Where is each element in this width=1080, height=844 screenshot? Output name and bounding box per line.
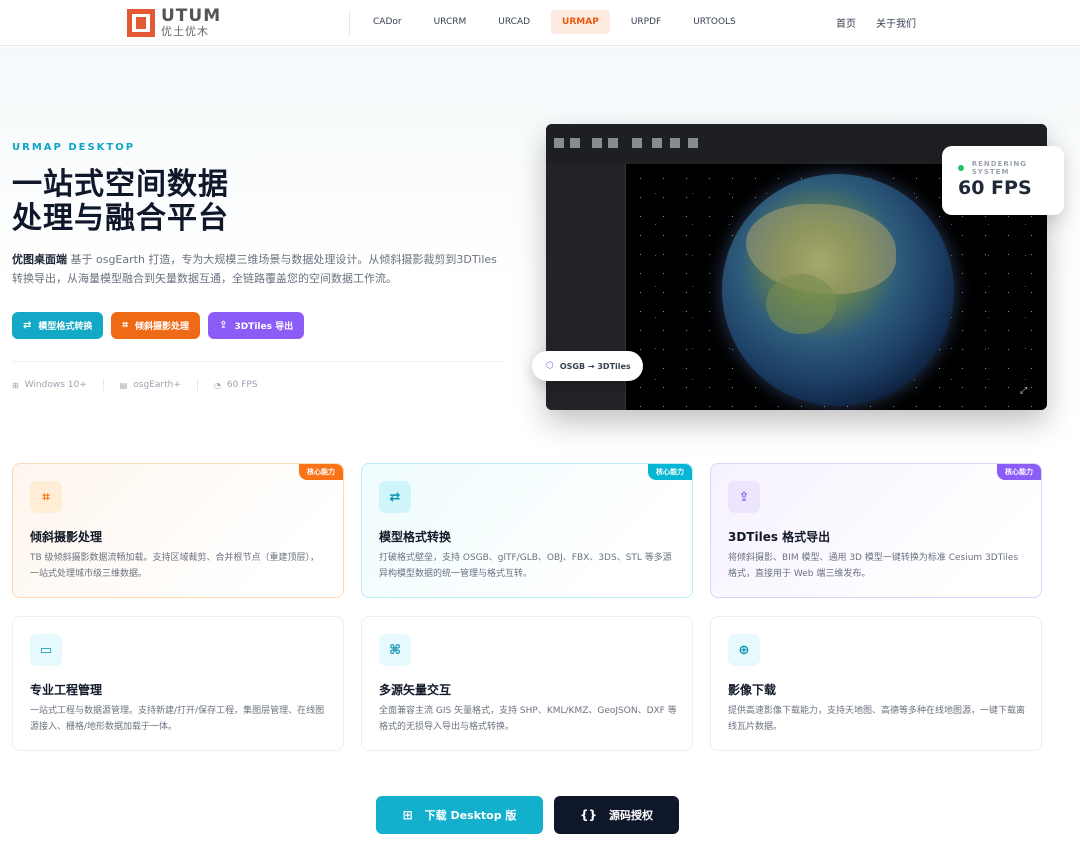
windows-icon: ⊞ xyxy=(402,808,413,822)
product-nav: CADor URCRM URCAD URMAP URPDF URTOOLS xyxy=(362,10,757,34)
model-convert-button[interactable]: ⇄ 模型格式转换 xyxy=(12,312,104,339)
download-desktop-label: 下载 Desktop 版 xyxy=(424,809,517,822)
swap-icon: ⇄ xyxy=(23,320,32,331)
model-convert-label: 模型格式转换 xyxy=(38,322,93,332)
gauge-icon: ◔ xyxy=(213,380,221,390)
card-desc: 打破格式壁垒，支持 OSGB、glTF/GLB、OBJ、FBX、3DS、STL … xyxy=(379,553,672,579)
meta-fps: 60 FPS xyxy=(226,380,258,390)
hero-title-line1: 一站式空间数据 xyxy=(12,167,229,202)
feature-card-vector[interactable]: ⌘ 多源矢量交互 全面兼容主流 GIS 矢量格式，支持 SHP、KML/KMZ、… xyxy=(361,616,693,751)
status-dot-icon xyxy=(958,165,964,171)
3dtiles-export-label: 3DTiles 导出 xyxy=(234,322,294,332)
hero-title: 一站式空间数据 处理与融合平台 xyxy=(12,168,229,236)
card-title: 多源矢量交互 xyxy=(379,683,452,697)
card-title: 倾斜摄影处理 xyxy=(30,530,103,544)
nav-link-urtools[interactable]: URTOOLS xyxy=(682,10,747,34)
hero-buttons: ⇄ 模型格式转换 ⌗ 倾斜摄影处理 ⇪ 3DTiles 导出 xyxy=(12,312,312,339)
feature-card-oblique[interactable]: 核心能力 ⌗ 倾斜摄影处理 TB 级倾斜摄影数据流畅加载。支持区域裁剪、合并根节… xyxy=(12,463,344,598)
folder-gear-icon: ▭ xyxy=(30,634,62,666)
layers-icon: ▤ xyxy=(119,380,128,390)
card-title: 影像下载 xyxy=(728,683,777,697)
core-badge: 核心能力 xyxy=(997,464,1041,480)
hero-desc-text: 基于 osgEarth 打造，专为大规模三维场景与数据处理设计。从倾斜摄影裁剪到… xyxy=(12,253,497,285)
oblique-photo-label: 倾斜摄影处理 xyxy=(135,322,190,332)
nav-link-urmap[interactable]: URMAP xyxy=(551,10,610,34)
fps-card: RENDERING SYSTEM 60 FPS xyxy=(942,146,1064,215)
card-title: 3DTiles 格式导出 xyxy=(728,530,831,544)
feature-card-model-convert[interactable]: 核心能力 ⇄ 模型格式转换 打破格式壁垒，支持 OSGB、glTF/GLB、OB… xyxy=(361,463,693,598)
card-title: 专业工程管理 xyxy=(30,683,103,697)
feature-card-imagery[interactable]: ⊕ 影像下载 提供高速影像下载能力，支持天地图、高德等多种在线地图源，一键下载离… xyxy=(710,616,1042,751)
rendering-label: RENDERING SYSTEM xyxy=(971,160,1027,176)
osgb-badge: ⬡ OSGB → 3DTiles xyxy=(532,351,643,381)
download-icon: ⊕ xyxy=(728,634,760,666)
card-desc: 一站式工程与数据源管理。支持新建/打开/保存工程，集图层管理、在线图源接入、栅格… xyxy=(30,706,325,732)
logo-text: UTUM xyxy=(161,6,222,26)
nav-link-urpdf[interactable]: URPDF xyxy=(620,10,672,34)
vector-nodes-icon: ⌘ xyxy=(379,634,411,666)
nav-link-urcad[interactable]: URCAD xyxy=(487,10,541,34)
source-license-label: 源码授权 xyxy=(609,809,654,822)
utum-logo-icon xyxy=(127,8,155,37)
meta-os: Windows 10+ xyxy=(24,380,87,390)
core-badge: 核心能力 xyxy=(648,464,692,480)
hero-description: 优图桌面端 基于 osgEarth 打造，专为大规模三维场景与数据处理设计。从倾… xyxy=(12,250,502,288)
hero-divider xyxy=(12,361,504,362)
logo[interactable]: UTUM 优土优木 xyxy=(127,8,221,37)
nav-divider xyxy=(349,10,350,36)
nav-link-about[interactable]: 关于我们 xyxy=(876,15,916,30)
swap-icon: ⇄ xyxy=(379,481,411,513)
crop-icon: ⌗ xyxy=(122,320,129,331)
3dtiles-export-button[interactable]: ⇪ 3DTiles 导出 xyxy=(208,312,305,339)
crop-icon: ⌗ xyxy=(30,481,62,513)
download-desktop-button[interactable]: ⊞ 下载 Desktop 版 xyxy=(376,796,543,834)
source-license-button[interactable]: {} 源码授权 xyxy=(554,796,679,834)
logo-subtitle: 优土优木 xyxy=(161,25,209,38)
hero-title-line2: 处理与融合平台 xyxy=(12,201,229,236)
hero-desc-strong: 优图桌面端 xyxy=(12,253,67,266)
osgb-label: OSGB → 3DTiles xyxy=(559,361,631,371)
hero-meta: ⊞ Windows 10+ ▤ osgEarth+ ◔ 60 FPS xyxy=(12,379,258,391)
hero-eyebrow: URMAP DESKTOP xyxy=(12,142,136,153)
nav-link-urcrm[interactable]: URCRM xyxy=(423,10,478,34)
nav-link-home[interactable]: 首页 xyxy=(836,15,856,30)
card-desc: 提供高速影像下载能力，支持天地图、高德等多种在线地图源，一键下载离线瓦片数据。 xyxy=(728,706,1026,732)
nav-link-cador[interactable]: CADor xyxy=(362,10,413,34)
card-title: 模型格式转换 xyxy=(379,530,452,544)
export-icon: ⇪ xyxy=(219,320,228,331)
expand-icon[interactable]: ⤢ xyxy=(1020,386,1027,396)
fps-value: 60 FPS xyxy=(958,177,1032,199)
feature-card-project[interactable]: ▭ 专业工程管理 一站式工程与数据源管理。支持新建/打开/保存工程，集图层管理、… xyxy=(12,616,344,751)
oblique-photo-button[interactable]: ⌗ 倾斜摄影处理 xyxy=(111,312,201,339)
top-nav: UTUM 优土优木 CADor URCRM URCAD URMAP URPDF … xyxy=(0,0,1080,46)
feature-card-3dtiles[interactable]: 核心能力 ⇪ 3DTiles 格式导出 将倾斜摄影、BIM 模型、通用 3D 模… xyxy=(710,463,1042,598)
windows-icon: ⊞ xyxy=(12,380,19,390)
meta-engine: osgEarth+ xyxy=(133,380,181,390)
export-icon: ⇪ xyxy=(728,481,760,513)
cube-icon: ⬡ xyxy=(546,361,554,371)
card-desc: TB 级倾斜摄影数据流畅加载。支持区域裁剪、合并根节点（重建顶层），一站式处理城… xyxy=(30,553,320,579)
card-desc: 将倾斜摄影、BIM 模型、通用 3D 模型一键转换为标准 Cesium 3DTi… xyxy=(728,553,1019,579)
core-badge: 核心能力 xyxy=(299,464,343,480)
card-desc: 全面兼容主流 GIS 矢量格式，支持 SHP、KML/KMZ、GeoJSON、D… xyxy=(379,706,677,732)
code-braces-icon: {} xyxy=(579,808,598,822)
